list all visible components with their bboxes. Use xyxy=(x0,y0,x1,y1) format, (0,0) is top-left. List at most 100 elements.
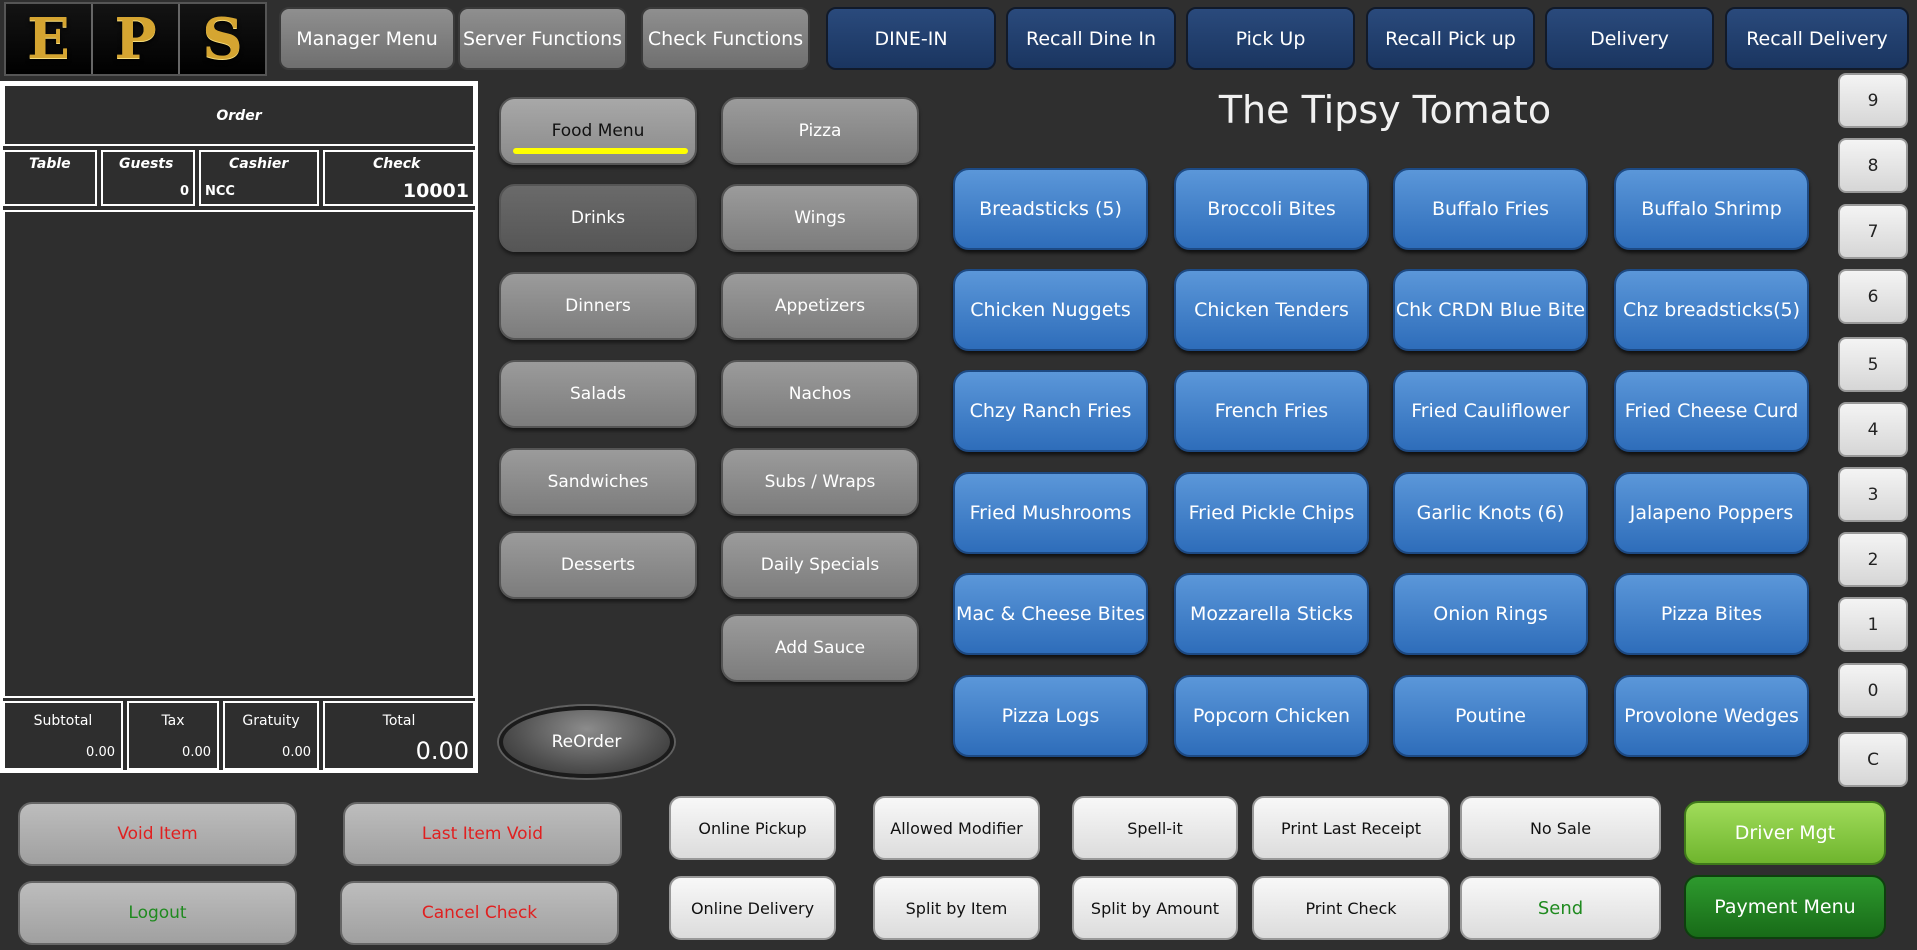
category-food-menu[interactable]: Food Menu xyxy=(499,97,697,165)
category-pizza[interactable]: Pizza xyxy=(721,97,919,165)
table-box: Table xyxy=(3,150,97,206)
menu-item-jalapeno-poppers[interactable]: Jalapeno Poppers xyxy=(1614,472,1809,554)
check-number: 10001 xyxy=(402,180,469,202)
driver-mgt-button[interactable]: Driver Mgt xyxy=(1684,801,1886,865)
category-wings[interactable]: Wings xyxy=(721,184,919,252)
gratuity-box: Gratuity 0.00 xyxy=(223,701,319,770)
keypad-5[interactable]: 5 xyxy=(1838,337,1908,392)
restaurant-title: The Tipsy Tomato xyxy=(1218,88,1552,132)
category-drinks[interactable]: Drinks xyxy=(499,184,697,252)
tax-label: Tax xyxy=(161,713,185,729)
gratuity-label: Gratuity xyxy=(242,713,300,729)
table-label: Table xyxy=(29,156,71,172)
menu-item-fried-mushrooms[interactable]: Fried Mushrooms xyxy=(953,472,1148,554)
no-sale-button[interactable]: No Sale xyxy=(1460,796,1661,860)
check-functions-button[interactable]: Check Functions xyxy=(641,7,810,70)
menu-item-garlic-knots[interactable]: Garlic Knots (6) xyxy=(1393,472,1588,554)
gratuity-value: 0.00 xyxy=(282,745,311,760)
menu-item-chz-breadsticks[interactable]: Chz breadsticks(5) xyxy=(1614,269,1809,351)
menu-item-broccoli-bites[interactable]: Broccoli Bites xyxy=(1174,168,1369,250)
menu-item-mac-cheese-bites[interactable]: Mac & Cheese Bites xyxy=(953,573,1148,655)
total-box: Total 0.00 xyxy=(323,701,475,770)
menu-item-fried-cauliflower[interactable]: Fried Cauliflower xyxy=(1393,370,1588,452)
cashier-value: NCC xyxy=(205,184,235,199)
menu-item-poutine[interactable]: Poutine xyxy=(1393,675,1588,757)
payment-menu-button[interactable]: Payment Menu xyxy=(1684,875,1886,939)
recall-delivery-button[interactable]: Recall Delivery xyxy=(1725,7,1909,70)
menu-item-french-fries[interactable]: French Fries xyxy=(1174,370,1369,452)
delivery-button[interactable]: Delivery xyxy=(1545,7,1714,70)
logo-letter-p: P xyxy=(93,4,180,74)
send-button[interactable]: Send xyxy=(1460,876,1661,940)
pick-up-button[interactable]: Pick Up xyxy=(1186,7,1355,70)
subtotal-label: Subtotal xyxy=(33,713,93,729)
menu-item-chzy-ranch-fries[interactable]: Chzy Ranch Fries xyxy=(953,370,1148,452)
keypad-2[interactable]: 2 xyxy=(1838,532,1908,587)
last-item-void-button[interactable]: Last Item Void xyxy=(343,802,622,866)
menu-item-chk-crdn-blue-bite[interactable]: Chk CRDN Blue Bite xyxy=(1393,269,1588,351)
menu-item-breadsticks[interactable]: Breadsticks (5) xyxy=(953,168,1148,250)
category-salads[interactable]: Salads xyxy=(499,360,697,428)
check-label: Check xyxy=(373,156,421,172)
spell-it-button[interactable]: Spell-it xyxy=(1072,796,1238,860)
order-items-list[interactable] xyxy=(3,210,475,698)
menu-item-buffalo-shrimp[interactable]: Buffalo Shrimp xyxy=(1614,168,1809,250)
category-desserts[interactable]: Desserts xyxy=(499,531,697,599)
print-last-receipt-button[interactable]: Print Last Receipt xyxy=(1252,796,1450,860)
manager-menu-button[interactable]: Manager Menu xyxy=(279,7,455,70)
keypad-1[interactable]: 1 xyxy=(1838,597,1908,652)
category-dinners[interactable]: Dinners xyxy=(499,272,697,340)
menu-item-provolone-wedges[interactable]: Provolone Wedges xyxy=(1614,675,1809,757)
order-panel: Order Table Guests 0 Cashier NCC Check 1… xyxy=(0,81,478,773)
guests-box: Guests 0 xyxy=(101,150,195,206)
split-by-item-button[interactable]: Split by Item xyxy=(873,876,1040,940)
recall-pick-up-button[interactable]: Recall Pick up xyxy=(1366,7,1535,70)
check-box: Check 10001 xyxy=(323,150,475,206)
dine-in-button[interactable]: DINE-IN xyxy=(826,7,996,70)
keypad-clear[interactable]: C xyxy=(1838,732,1908,787)
eps-logo: E P S xyxy=(4,2,267,76)
order-header-label: Order xyxy=(216,108,262,124)
category-subs-wraps[interactable]: Subs / Wraps xyxy=(721,448,919,516)
menu-item-onion-rings[interactable]: Onion Rings xyxy=(1393,573,1588,655)
cancel-check-button[interactable]: Cancel Check xyxy=(340,881,619,945)
print-check-button[interactable]: Print Check xyxy=(1252,876,1450,940)
menu-item-popcorn-chicken[interactable]: Popcorn Chicken xyxy=(1174,675,1369,757)
recall-dine-in-button[interactable]: Recall Dine In xyxy=(1006,7,1176,70)
keypad-8[interactable]: 8 xyxy=(1838,138,1908,193)
logo-letter-s: S xyxy=(180,4,265,74)
reorder-button[interactable]: ReOrder xyxy=(499,706,674,778)
menu-item-fried-pickle-chips[interactable]: Fried Pickle Chips xyxy=(1174,472,1369,554)
menu-item-pizza-bites[interactable]: Pizza Bites xyxy=(1614,573,1809,655)
menu-item-chicken-nuggets[interactable]: Chicken Nuggets xyxy=(953,269,1148,351)
keypad-0[interactable]: 0 xyxy=(1838,663,1908,718)
order-header: Order xyxy=(3,84,475,146)
split-by-amount-button[interactable]: Split by Amount xyxy=(1072,876,1238,940)
guests-value: 0 xyxy=(179,184,189,199)
logout-button[interactable]: Logout xyxy=(18,881,297,945)
total-value: 0.00 xyxy=(415,737,469,765)
menu-item-fried-cheese-curd[interactable]: Fried Cheese Curd xyxy=(1614,370,1809,452)
guests-label: Guests xyxy=(119,156,174,172)
subtotal-value: 0.00 xyxy=(86,745,115,760)
keypad-7[interactable]: 7 xyxy=(1838,204,1908,259)
tax-value: 0.00 xyxy=(182,745,211,760)
menu-item-buffalo-fries[interactable]: Buffalo Fries xyxy=(1393,168,1588,250)
online-pickup-button[interactable]: Online Pickup xyxy=(669,796,836,860)
menu-item-mozzarella-sticks[interactable]: Mozzarella Sticks xyxy=(1174,573,1369,655)
category-add-sauce[interactable]: Add Sauce xyxy=(721,614,919,682)
server-functions-button[interactable]: Server Functions xyxy=(458,7,627,70)
allowed-modifier-button[interactable]: Allowed Modifier xyxy=(873,796,1040,860)
online-delivery-button[interactable]: Online Delivery xyxy=(669,876,836,940)
menu-item-chicken-tenders[interactable]: Chicken Tenders xyxy=(1174,269,1369,351)
category-sandwiches[interactable]: Sandwiches xyxy=(499,448,697,516)
menu-item-pizza-logs[interactable]: Pizza Logs xyxy=(953,675,1148,757)
keypad-6[interactable]: 6 xyxy=(1838,269,1908,324)
category-appetizers[interactable]: Appetizers xyxy=(721,272,919,340)
void-item-button[interactable]: Void Item xyxy=(18,802,297,866)
keypad-4[interactable]: 4 xyxy=(1838,402,1908,457)
keypad-3[interactable]: 3 xyxy=(1838,467,1908,522)
category-daily-specials[interactable]: Daily Specials xyxy=(721,531,919,599)
category-nachos[interactable]: Nachos xyxy=(721,360,919,428)
keypad-9[interactable]: 9 xyxy=(1838,73,1908,128)
